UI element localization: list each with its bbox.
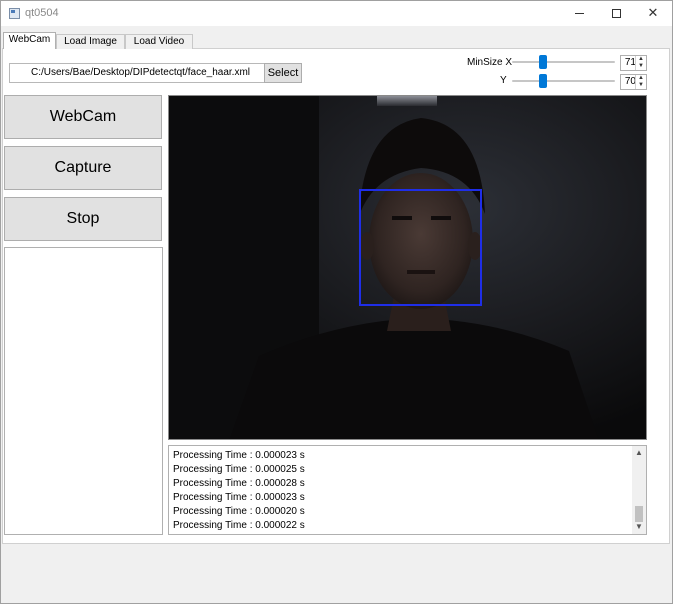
minsize-x-label: MinSize X	[467, 57, 513, 68]
slider-track	[512, 61, 615, 63]
close-icon: ✕	[647, 6, 659, 21]
minsize-y-label: Y	[500, 75, 507, 86]
stop-button[interactable]: Stop	[4, 197, 162, 241]
tab-webcam[interactable]: WebCam	[3, 32, 56, 49]
log-scrollbar[interactable]: ▲ ▼	[632, 446, 646, 534]
spinbox-arrows[interactable]: ▲ ▼	[635, 56, 646, 70]
window-title: qt0504	[25, 7, 59, 19]
spinbox-value: 70	[624, 76, 636, 87]
select-button[interactable]: Select	[264, 63, 302, 83]
video-display	[168, 95, 647, 440]
close-button[interactable]: ✕	[635, 1, 671, 26]
main-window: qt0504 ✕ WebCam Load Image Load Video C:…	[0, 0, 673, 604]
webcam-button[interactable]: WebCam	[4, 95, 162, 139]
maximize-icon	[612, 9, 621, 18]
minsize-x-slider[interactable]	[512, 55, 615, 69]
capture-button[interactable]: Capture	[4, 146, 162, 190]
minsize-x-spinbox[interactable]: 71 ▲ ▼	[620, 55, 647, 71]
scroll-down-icon[interactable]: ▼	[632, 520, 646, 534]
tab-load-image[interactable]: Load Image	[56, 34, 125, 49]
spin-up-icon[interactable]: ▲	[636, 75, 646, 82]
spinbox-arrows[interactable]: ▲ ▼	[635, 75, 646, 89]
spin-up-icon[interactable]: ▲	[636, 56, 646, 63]
log-line: Processing Time : 0.000028 s	[173, 478, 305, 489]
spin-down-icon[interactable]: ▼	[636, 82, 646, 89]
minimize-button[interactable]	[561, 1, 597, 26]
tab-load-video[interactable]: Load Video	[125, 34, 193, 49]
minsize-y-slider[interactable]	[512, 74, 615, 88]
slider-track	[512, 80, 615, 82]
log-line: Processing Time : 0.000023 s	[173, 492, 305, 503]
spinbox-value: 71	[624, 57, 636, 68]
maximize-button[interactable]	[598, 1, 634, 26]
log-line: Processing Time : 0.000022 s	[173, 520, 305, 531]
minimize-icon	[575, 13, 584, 14]
app-icon	[9, 8, 20, 19]
processing-log[interactable]: Processing Time : 0.000023 s Processing …	[168, 445, 647, 535]
slider-thumb[interactable]	[539, 55, 547, 69]
log-line: Processing Time : 0.000020 s	[173, 506, 305, 517]
cascade-path-field[interactable]: C:/Users/Bae/Desktop/DIPdetectqt/face_ha…	[9, 63, 265, 83]
spin-down-icon[interactable]: ▼	[636, 63, 646, 70]
log-line: Processing Time : 0.000025 s	[173, 464, 305, 475]
capture-list[interactable]	[4, 247, 163, 535]
log-line: Processing Time : 0.000023 s	[173, 450, 305, 461]
face-detection-box	[359, 189, 482, 306]
title-bar[interactable]: qt0504 ✕	[1, 1, 672, 26]
ceiling-light	[377, 96, 437, 106]
minsize-y-spinbox[interactable]: 70 ▲ ▼	[620, 74, 647, 90]
slider-thumb[interactable]	[539, 74, 547, 88]
scroll-up-icon[interactable]: ▲	[632, 446, 646, 460]
